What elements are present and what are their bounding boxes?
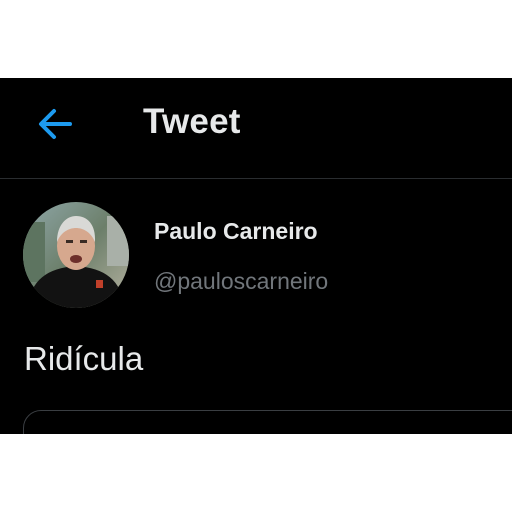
app-header: Tweet (0, 78, 512, 179)
arrow-left-icon (34, 102, 78, 146)
tweet-screen: Tweet Paulo Carneiro @pauloscarneiro Rid… (0, 78, 512, 434)
page-title: Tweet (143, 102, 241, 141)
media-card[interactable] (23, 410, 512, 434)
tweet-author: Paulo Carneiro @pauloscarneiro (0, 202, 512, 308)
author-handle: @pauloscarneiro (154, 268, 329, 294)
tweet-text: Ridícula (24, 340, 144, 377)
author-display-name[interactable]: Paulo Carneiro (154, 218, 318, 245)
back-button[interactable] (34, 102, 78, 146)
avatar[interactable] (23, 202, 129, 308)
